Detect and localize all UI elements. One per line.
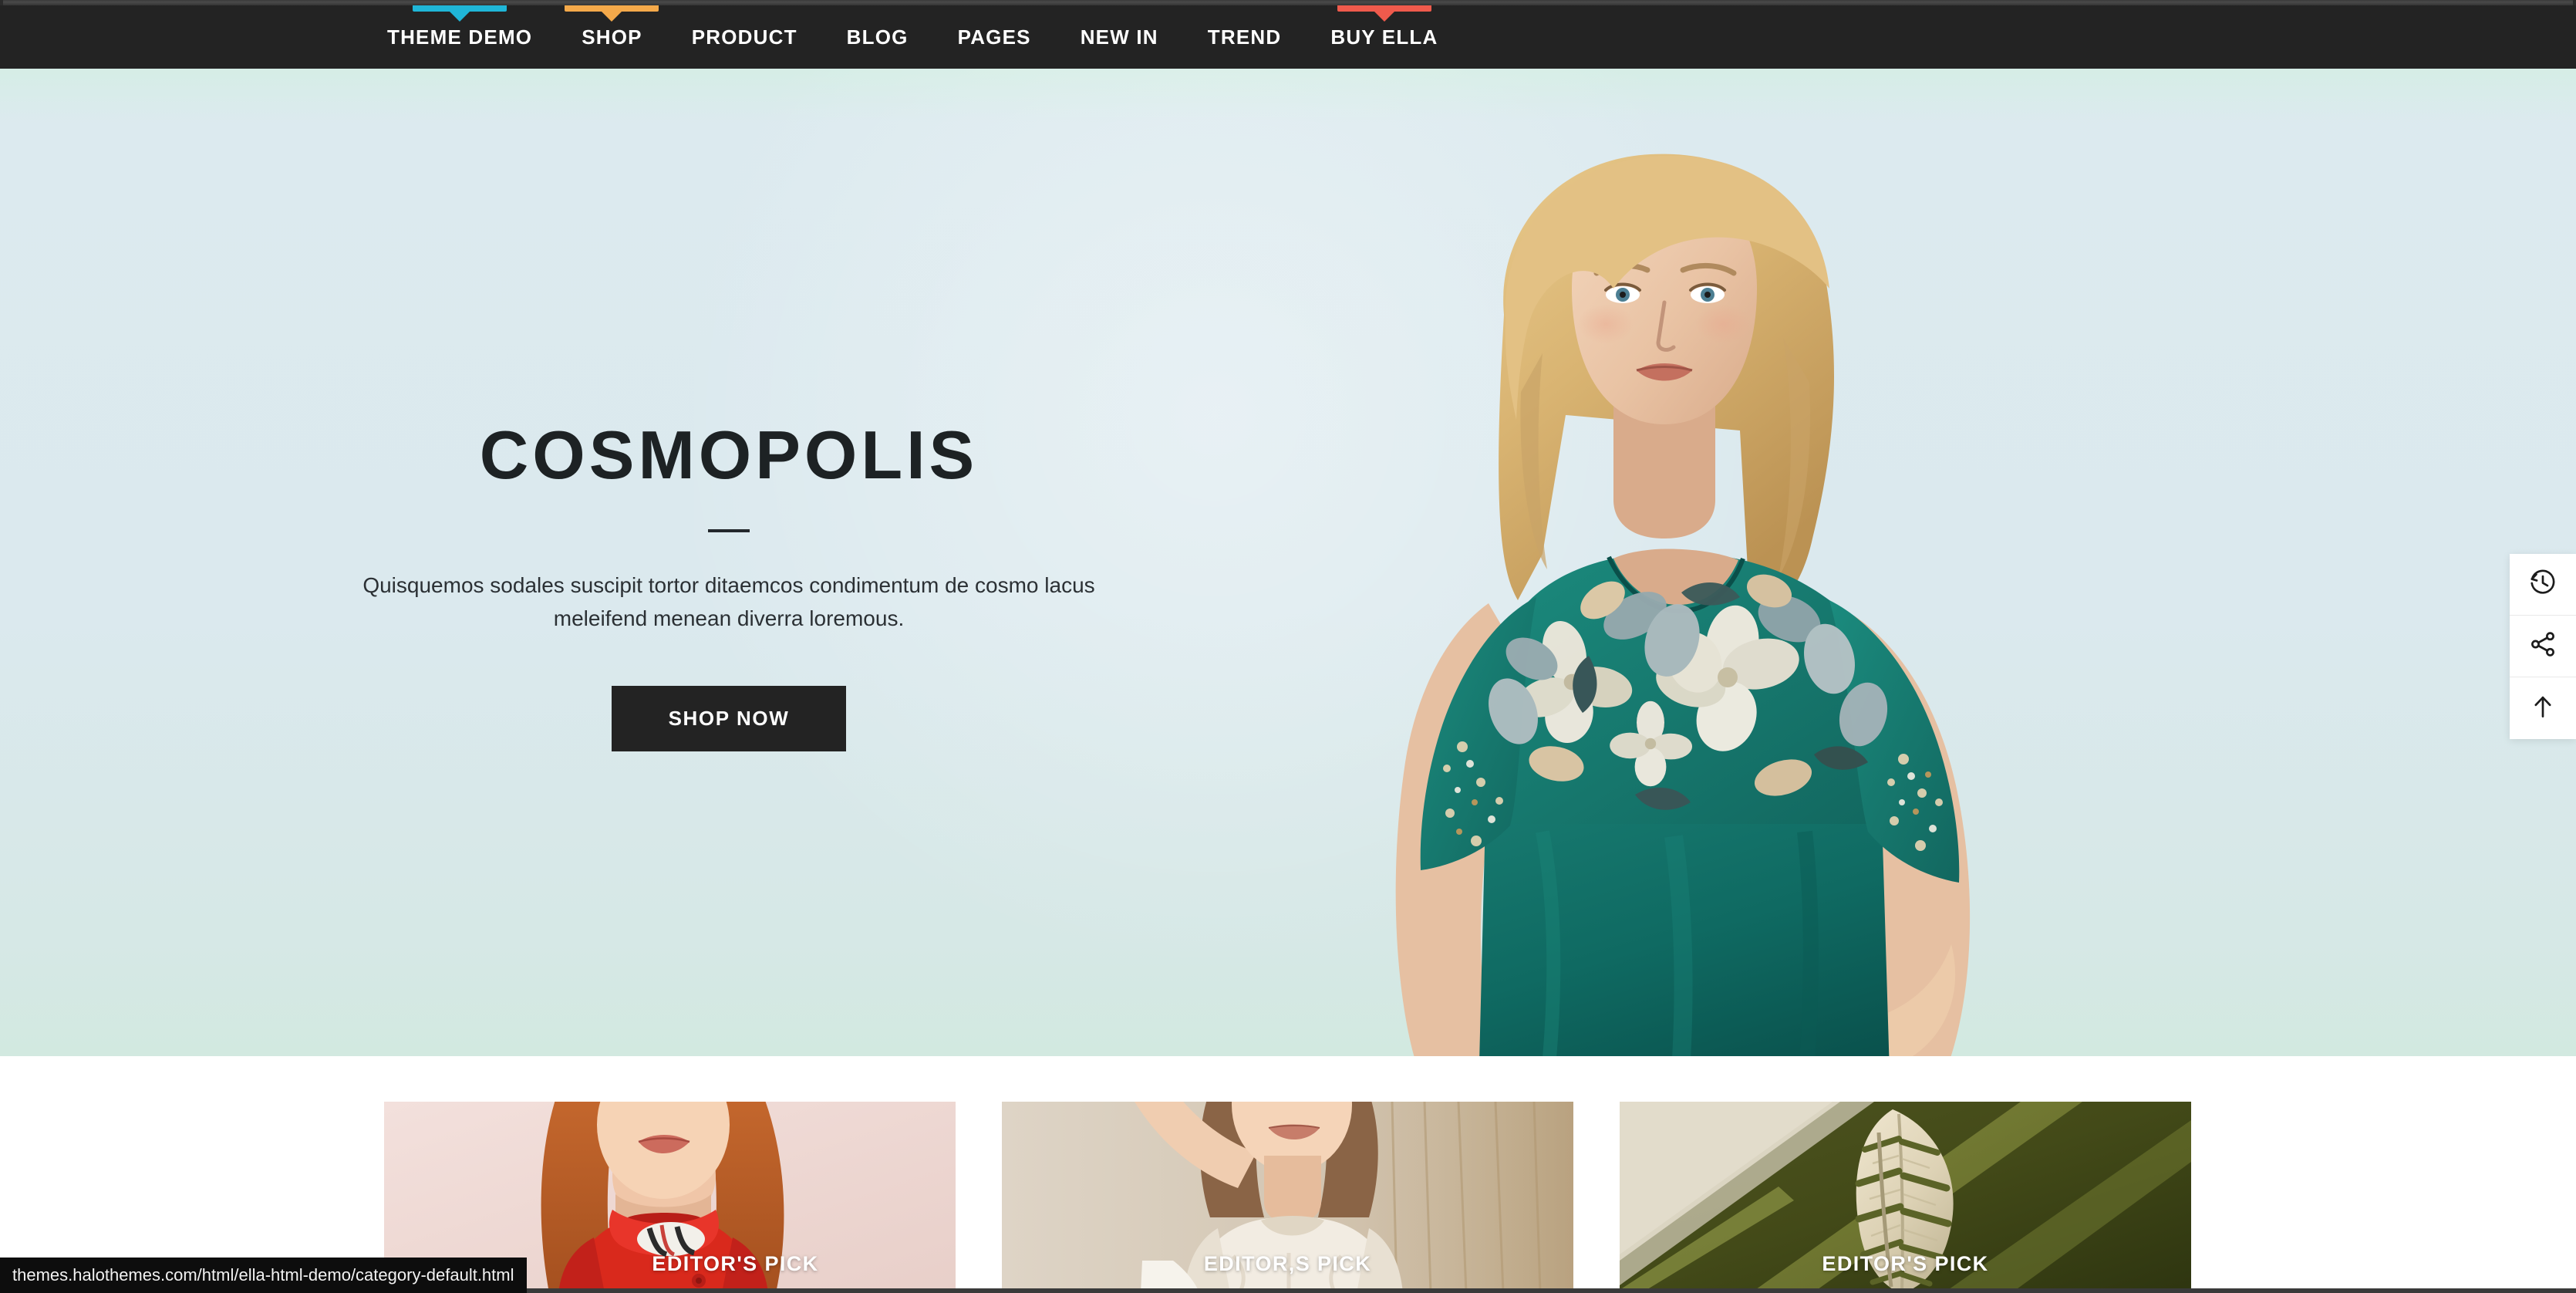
share-button[interactable]: [2510, 616, 2576, 677]
nav-item-label: BLOG: [846, 25, 909, 49]
nav-item-label: PRODUCT: [691, 25, 797, 49]
editors-pick-card-2-label: EDITOR,S PICK: [1203, 1252, 1372, 1275]
nav-item-buy-ella[interactable]: SALE BUY ELLA: [1306, 0, 1462, 69]
floating-tool-rail: [2510, 554, 2576, 739]
nav-item-product[interactable]: PRODUCT: [667, 5, 822, 69]
nav-item-blog[interactable]: BLOG: [822, 5, 933, 69]
nav-item-label: THEME DEMO: [387, 25, 533, 49]
hero-model-image: [1311, 137, 2121, 1056]
nav-item-label: SHOP: [582, 25, 642, 49]
editors-pick-card-2[interactable]: EDITOR,S PICK: [1002, 1102, 1573, 1293]
editors-pick-card-3-label: EDITOR'S PICK: [1822, 1252, 1989, 1275]
browser-window-left-edge: [0, 0, 3, 5]
nav-item-label: NEW IN: [1080, 25, 1158, 49]
nav-item-trend[interactable]: TREND: [1183, 5, 1307, 69]
nav-item-theme-demo[interactable]: NEW THEME DEMO: [362, 0, 557, 69]
hero-banner: COSMOPOLIS Quisquemos sodales suscipit t…: [0, 69, 2576, 1056]
hero-divider: [708, 529, 750, 533]
back-to-top-button[interactable]: [2510, 677, 2576, 739]
browser-window-right-edge: [2573, 0, 2576, 5]
editors-pick-card-3[interactable]: EDITOR'S PICK: [1620, 1102, 2191, 1293]
share-icon: [2528, 630, 2557, 663]
status-bar-url: themes.halothemes.com/html/ella-html-dem…: [0, 1258, 527, 1293]
nav-item-label: TREND: [1207, 25, 1282, 49]
browser-viewport: NEW THEME DEMO HOT SHOP PRODUCT BLOG PAG…: [0, 0, 2576, 1293]
hero-subtitle: Quisquemos sodales suscipit tortor ditae…: [362, 573, 1095, 630]
browser-chrome-strip: [0, 0, 2576, 5]
arrow-up-icon: [2528, 692, 2557, 725]
nav-item-label: PAGES: [957, 25, 1031, 49]
shop-now-button[interactable]: SHOP NOW: [611, 686, 847, 752]
main-navigation: NEW THEME DEMO HOT SHOP PRODUCT BLOG PAG…: [0, 0, 2576, 69]
recently-viewed-icon: [2528, 568, 2557, 601]
site-header: NEW THEME DEMO HOT SHOP PRODUCT BLOG PAG…: [0, 0, 2576, 69]
hero-title: COSMOPOLIS: [479, 417, 979, 493]
nav-item-new-in[interactable]: NEW IN: [1056, 5, 1183, 69]
nav-item-shop[interactable]: HOT SHOP: [557, 0, 666, 69]
nav-item-label: BUY ELLA: [1330, 25, 1438, 49]
editors-pick-row: EDITOR'S PICK EDITOR,S PICK EDITOR'S PIC…: [384, 1102, 2192, 1293]
recently-viewed-button[interactable]: [2510, 554, 2576, 616]
hero-content: COSMOPOLIS Quisquemos sodales suscipit t…: [351, 417, 1107, 752]
nav-item-pages[interactable]: PAGES: [933, 5, 1056, 69]
